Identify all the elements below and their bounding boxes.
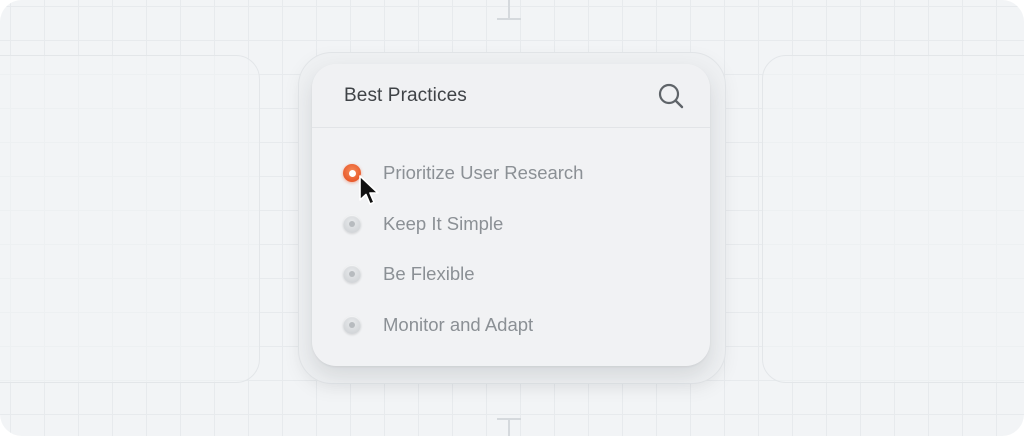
ghost-card-left (0, 55, 260, 383)
mouse-pointer-icon (359, 175, 379, 205)
connector-top (497, 0, 521, 22)
search-icon (658, 83, 684, 108)
canvas-background: Best Practices Prioritize User Research … (0, 0, 1024, 436)
option-label: Prioritize User Research (383, 162, 584, 184)
options-list: Prioritize User Research Keep It Simple … (312, 128, 710, 350)
radio-unselected[interactable] (343, 265, 361, 284)
ghost-card-right (762, 55, 1024, 383)
option-label: Keep It Simple (383, 212, 504, 234)
radio-unselected[interactable] (343, 315, 361, 334)
option-label: Be Flexible (383, 263, 475, 285)
connector-bottom (497, 416, 521, 436)
radio-unselected[interactable] (343, 214, 361, 233)
best-practices-panel: Best Practices Prioritize User Research … (312, 64, 710, 366)
option-be-flexible[interactable]: Be Flexible (312, 249, 710, 300)
option-monitor-and-adapt[interactable]: Monitor and Adapt (312, 300, 710, 351)
option-label: Monitor and Adapt (383, 313, 534, 335)
panel-title: Best Practices (344, 84, 467, 106)
search-button[interactable] (656, 81, 686, 111)
panel-header: Best Practices (312, 64, 710, 128)
